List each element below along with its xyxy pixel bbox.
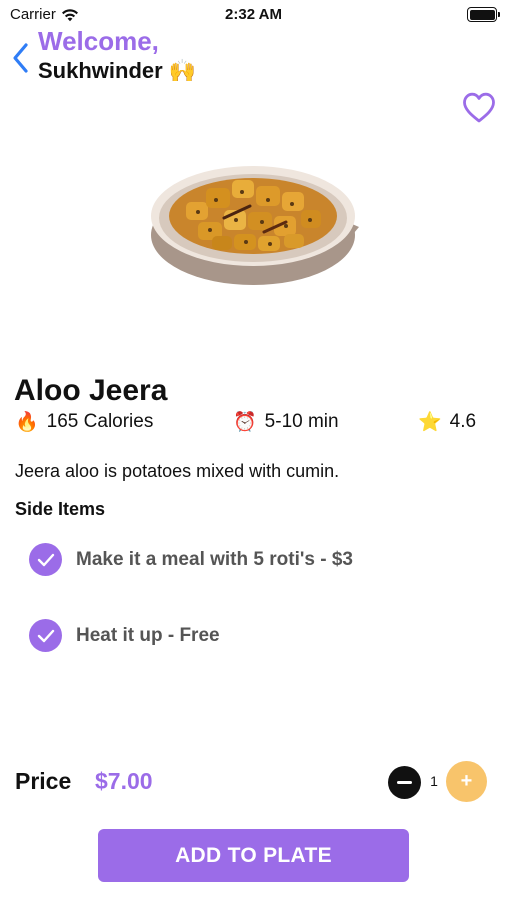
add-to-plate-button[interactable]: ADD TO PLATE [98,829,409,882]
side-item-label: Heat it up - Free [76,624,220,646]
alarm-clock-icon: ⏰ [233,412,257,433]
checkmark-icon[interactable] [29,619,62,652]
dish-image [146,150,361,295]
rating-stat: ⭐ 4.6 [418,410,476,434]
status-time: 2:32 AM [225,6,282,23]
chevron-left-icon [13,43,28,73]
price-label: Price [15,768,72,794]
minus-icon [397,781,412,784]
calories-value: 165 Calories [46,411,154,432]
calories-stat: 🔥 165 Calories [15,410,153,434]
price-value: $7.00 [95,768,153,794]
checkmark-icon[interactable] [29,543,62,576]
time-value: 5-10 min [264,411,339,432]
welcome-heading: Welcome, [38,26,159,56]
plus-icon: + [460,770,473,792]
back-button[interactable] [10,41,32,75]
dish-description: Jeera aloo is potatoes mixed with cumin. [15,461,340,481]
heart-outline-icon [463,92,495,123]
user-name: Sukhwinder 🙌 [38,58,196,84]
increase-quantity-button[interactable]: + [446,761,487,802]
side-item-heat-up[interactable]: Heat it up - Free [29,619,220,652]
user-name-text: Sukhwinder [38,58,163,83]
star-icon: ⭐ [418,412,442,433]
decrease-quantity-button[interactable] [388,766,421,799]
favorite-button[interactable] [461,91,497,125]
fire-icon: 🔥 [15,412,39,433]
quantity-value: 1 [430,773,438,789]
rating-value: 4.6 [449,411,477,432]
raising-hands-icon: 🙌 [168,58,197,83]
dish-name: Aloo Jeera [14,374,168,407]
side-item-roti-meal[interactable]: Make it a meal with 5 roti's - $3 [29,543,353,576]
side-items-title: Side Items [15,499,106,519]
time-stat: ⏰ 5-10 min [233,410,339,434]
battery-icon [467,7,500,22]
side-item-label: Make it a meal with 5 roti's - $3 [76,548,353,570]
